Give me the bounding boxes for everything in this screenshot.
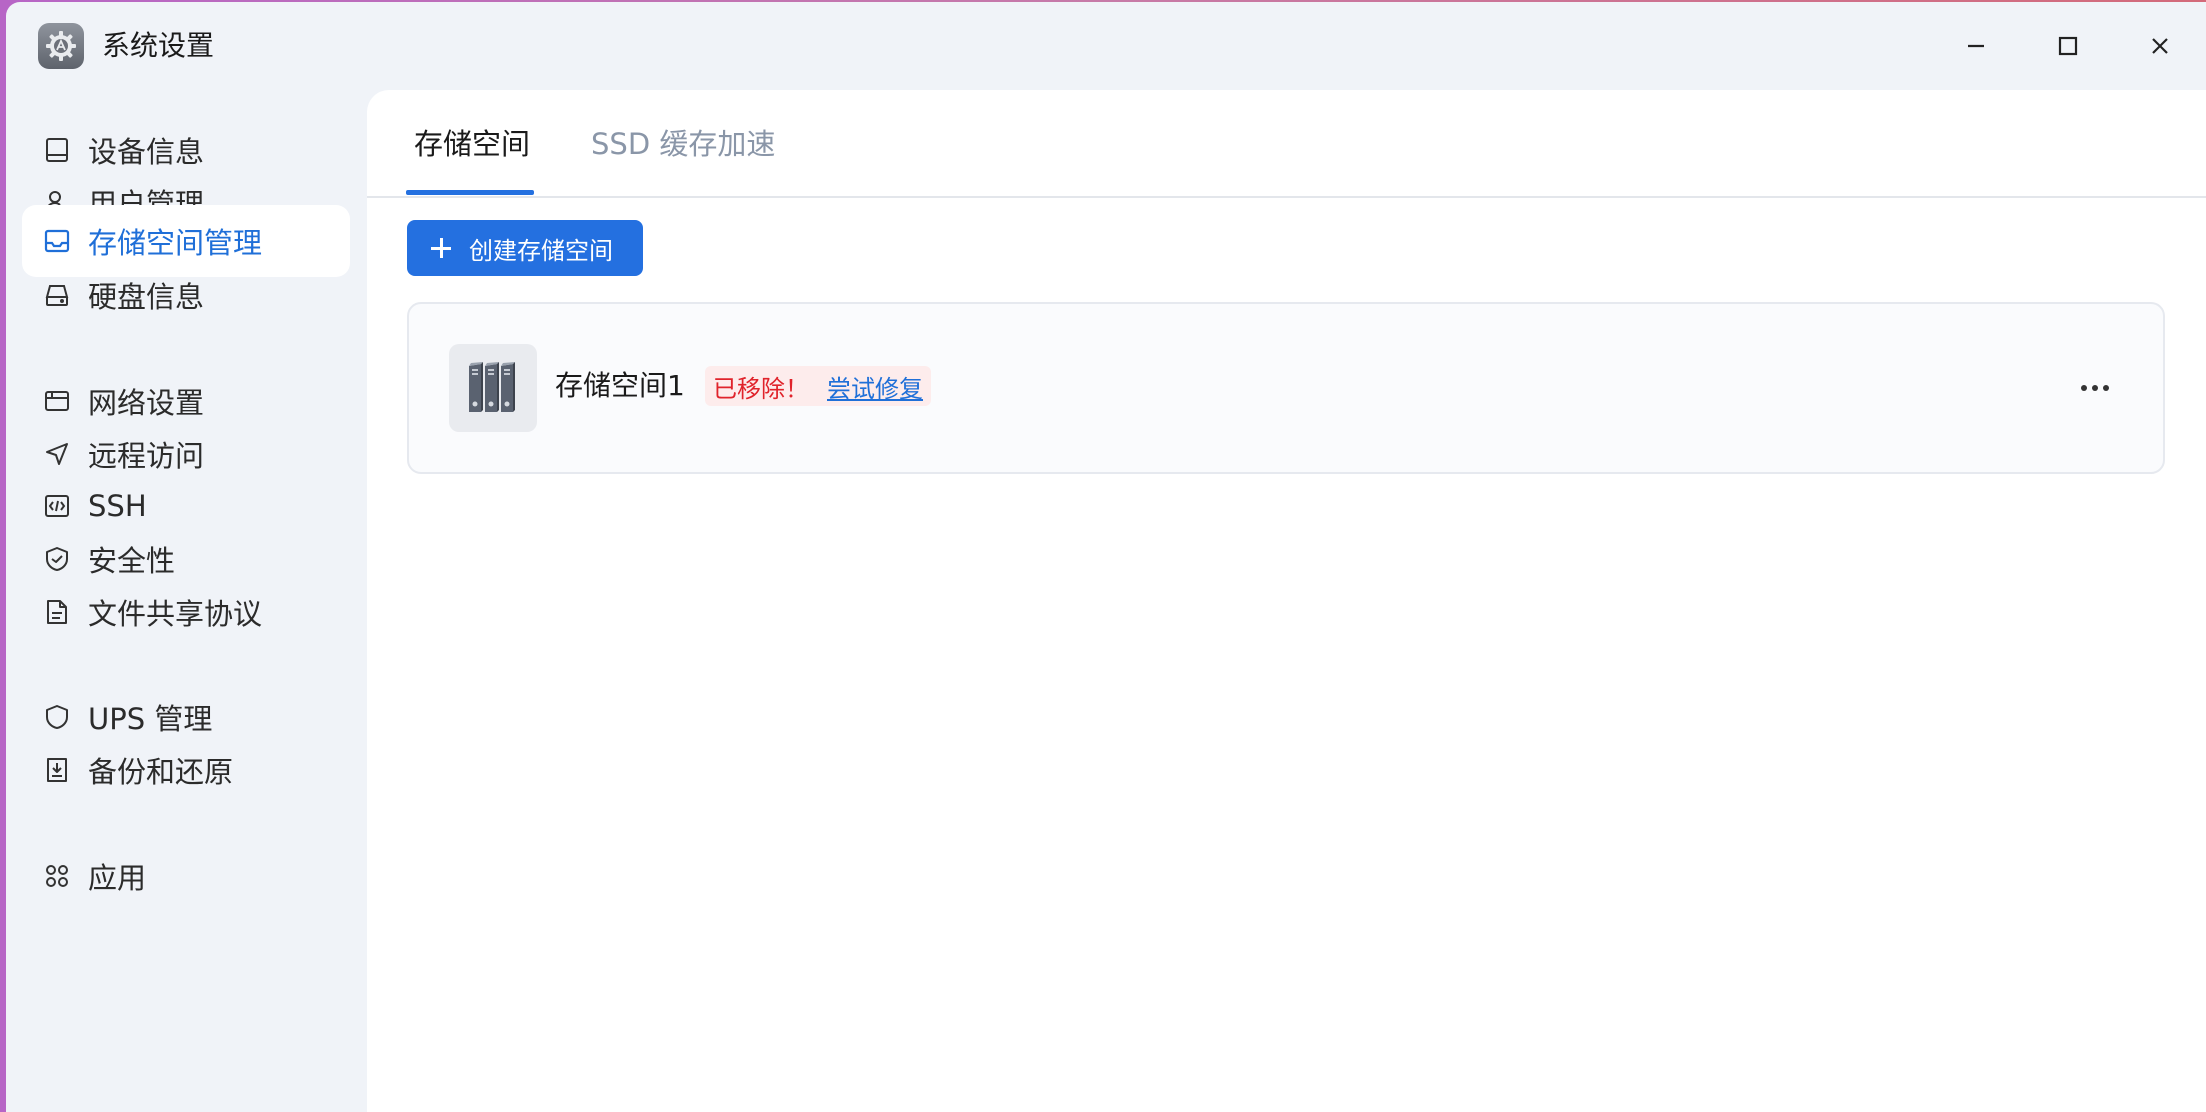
- ups-shield-icon: [42, 702, 72, 732]
- sidebar-item-label: 远程访问: [88, 439, 205, 473]
- security-shield-icon: [42, 544, 72, 574]
- close-button[interactable]: [2138, 24, 2182, 68]
- minimize-button[interactable]: [1954, 24, 1998, 68]
- maximize-icon: [2058, 36, 2078, 56]
- apps-icon: [42, 861, 72, 891]
- file-share-icon: [42, 597, 72, 627]
- try-repair-link[interactable]: 尝试修复: [827, 369, 923, 404]
- storage-pool-name: 存储空间1: [555, 369, 685, 402]
- minimize-icon: [1968, 44, 1984, 48]
- title-bar: 系统设置: [6, 2, 2206, 90]
- settings-window: 系统设置 设备信息 用户管理 存储空间管理 硬盘信息 网络设置 远程访问 SSH…: [6, 2, 2206, 1112]
- active-tab-indicator: [406, 190, 534, 195]
- sidebar-item-backup-restore[interactable]: 备份和还原: [22, 734, 350, 806]
- sidebar: 设备信息 用户管理 存储空间管理 硬盘信息 网络设置 远程访问 SSH 安全性 …: [6, 90, 367, 1112]
- more-options-button[interactable]: [2073, 366, 2117, 410]
- network-icon: [42, 386, 72, 416]
- backup-restore-icon: [42, 755, 72, 785]
- sidebar-item-file-share[interactable]: 文件共享协议: [22, 576, 350, 648]
- tab-bar: 存储空间 SSD 缓存加速: [367, 90, 2206, 198]
- storage-pool-card[interactable]: 存储空间1 已移除！ 尝试修复: [407, 302, 2165, 474]
- sidebar-item-hard-disk[interactable]: 硬盘信息: [22, 259, 350, 331]
- remote-access-icon: [42, 439, 72, 469]
- tab-storage-space[interactable]: 存储空间: [414, 124, 530, 164]
- hard-disk-icon: [42, 280, 72, 310]
- sidebar-item-label: SSH: [88, 489, 147, 523]
- tab-ssd-cache[interactable]: SSD 缓存加速: [591, 124, 775, 164]
- settings-gear-icon: [38, 23, 84, 69]
- ssh-code-icon: [42, 491, 72, 521]
- sidebar-item-label: 硬盘信息: [88, 280, 205, 314]
- device-info-icon: [42, 135, 72, 165]
- create-storage-button[interactable]: 创建存储空间: [407, 220, 643, 276]
- sidebar-item-label: 文件共享协议: [88, 597, 263, 631]
- close-icon: [2152, 38, 2168, 54]
- storage-pool-icon: [449, 344, 537, 432]
- plus-icon: [431, 238, 451, 258]
- more-dots-icon: [2081, 385, 2109, 391]
- create-storage-label: 创建存储空间: [469, 236, 613, 265]
- sidebar-item-label: 设备信息: [88, 135, 205, 169]
- sidebar-item-label: 网络设置: [88, 386, 205, 420]
- sidebar-item-apps[interactable]: 应用: [22, 840, 350, 912]
- sidebar-item-label: 应用: [88, 861, 147, 895]
- sidebar-item-label: 备份和还原: [88, 755, 234, 789]
- maximize-button[interactable]: [2046, 24, 2090, 68]
- status-badge: 已移除！ 尝试修复: [705, 366, 931, 406]
- sidebar-item-label: UPS 管理: [88, 702, 213, 736]
- main-panel: 存储空间 SSD 缓存加速 创建存储空间 存储空间1 已移除！ 尝试修复: [367, 90, 2206, 1112]
- removed-status-text: 已移除！: [713, 374, 809, 403]
- storage-manage-icon: [42, 226, 72, 256]
- sidebar-item-label: 安全性: [88, 544, 176, 578]
- sidebar-item-label: 存储空间管理: [88, 226, 263, 260]
- window-title: 系统设置: [102, 29, 215, 62]
